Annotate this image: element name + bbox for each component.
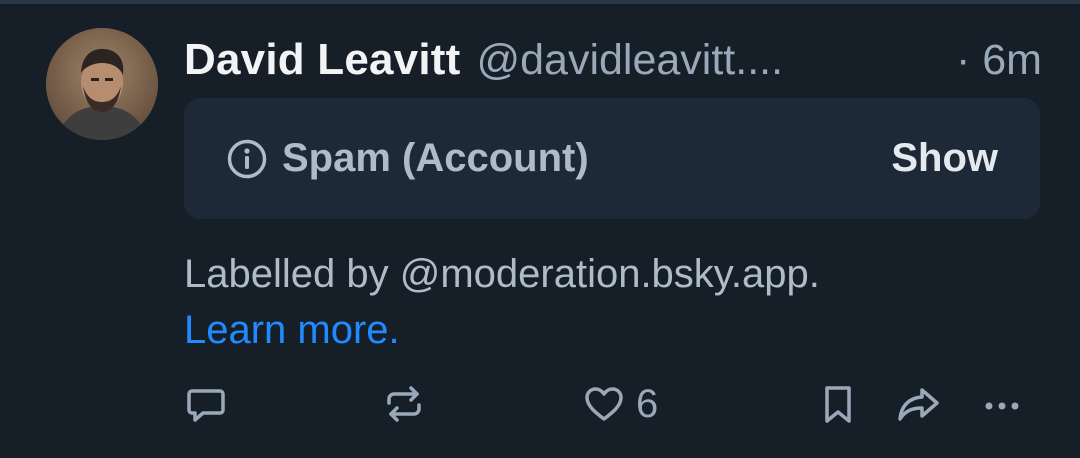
like-button[interactable]: 6 (582, 380, 658, 428)
moderation-note: Labelled by @moderation.bsky.app. Learn … (184, 246, 1044, 358)
author-handle[interactable]: @davidleavitt.... (476, 36, 783, 85)
labelled-by-text: Labelled by @moderation.bsky.app. (184, 252, 820, 296)
label-text: Spam (Account) (282, 136, 589, 180)
share-button[interactable] (896, 380, 942, 428)
author-avatar[interactable] (46, 28, 158, 140)
bookmark-button[interactable] (816, 380, 860, 428)
feed-post[interactable]: David Leavitt @davidleavitt.... · 6m Spa… (0, 0, 1080, 458)
divider (0, 0, 1080, 4)
info-icon (226, 138, 268, 180)
author-name[interactable]: David Leavitt (184, 35, 460, 85)
more-options-button[interactable] (980, 380, 1024, 428)
speech-bubble-icon (184, 382, 228, 426)
post-header: David Leavitt @davidleavitt.... · 6m (184, 30, 1044, 90)
show-content-button[interactable]: Show (891, 136, 998, 181)
post-timestamp[interactable]: · 6m (956, 36, 1044, 85)
post-actions: 6 (184, 380, 1044, 428)
label-info: Spam (Account) (226, 136, 589, 181)
like-count: 6 (636, 381, 659, 426)
repost-arrows-icon (382, 382, 426, 426)
repost-button[interactable] (382, 380, 426, 428)
reply-button[interactable] (184, 380, 228, 428)
ellipsis-icon (980, 382, 1024, 426)
content-warning-card: Spam (Account) Show (184, 98, 1040, 219)
heart-icon (582, 382, 626, 426)
share-arrow-icon (896, 382, 942, 426)
bookmark-icon (816, 382, 860, 426)
learn-more-link[interactable]: Learn more. (184, 302, 1044, 358)
